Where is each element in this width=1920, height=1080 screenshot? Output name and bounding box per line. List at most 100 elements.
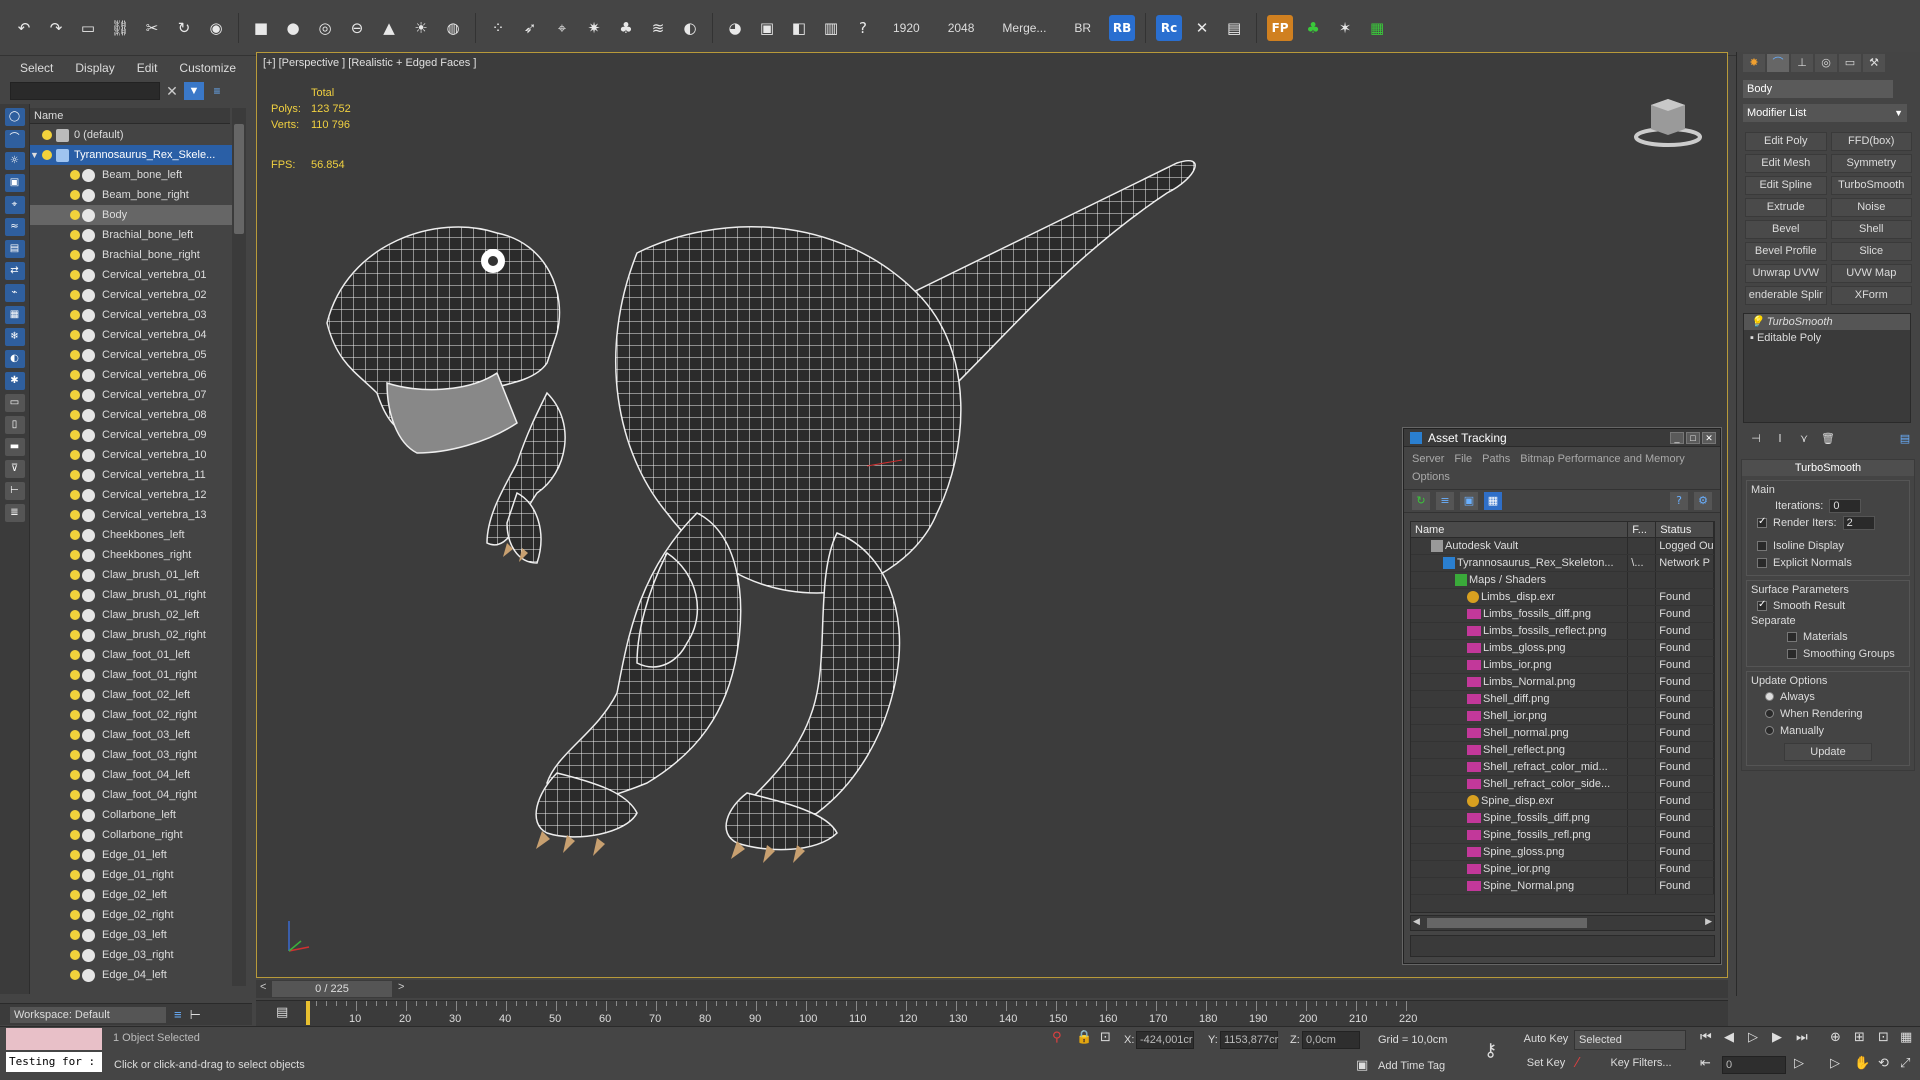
modifier-button[interactable]: Extrude (1745, 198, 1827, 217)
help-icon[interactable]: ? (850, 15, 876, 41)
merge-button[interactable]: Merge... (1002, 21, 1046, 35)
modifier-button[interactable]: XForm (1830, 286, 1912, 305)
settings-icon[interactable]: ⚙ (1694, 492, 1712, 510)
asset-row[interactable]: Shell_refract_color_mid... Found (1411, 759, 1714, 776)
redo-icon[interactable]: ↷ (43, 15, 69, 41)
zoom-icon[interactable]: ⊕ (1830, 1030, 1841, 1045)
rollout-header[interactable]: TurboSmooth (1742, 460, 1914, 476)
play-icon[interactable]: ▷ (1748, 1030, 1758, 1045)
bulb-icon[interactable] (70, 230, 80, 240)
asset-row[interactable]: Spine_Normal.png Found (1411, 878, 1714, 895)
filter-icon[interactable]: ▼ (184, 82, 204, 100)
object-row[interactable]: Cervical_vertebra_13 (30, 505, 232, 525)
object-row[interactable]: Edge_02_right (30, 905, 232, 925)
all-filter-icon[interactable]: ✱ (4, 372, 25, 390)
object-name-field[interactable]: Body (1743, 80, 1893, 98)
modifier-button[interactable]: Edit Poly (1745, 132, 1827, 151)
collapse-arrow-icon[interactable]: ▼ (30, 150, 39, 160)
compound-icon[interactable]: ♣ (613, 15, 639, 41)
object-row[interactable]: Collarbone_right (30, 825, 232, 845)
modifier-button[interactable]: Slice (1830, 242, 1912, 261)
bulb-icon[interactable] (70, 310, 80, 320)
object-row[interactable]: Beam_bone_right (30, 185, 232, 205)
render-frame-icon[interactable]: ▣ (754, 15, 780, 41)
object-row[interactable]: Cervical_vertebra_06 (30, 365, 232, 385)
isoline-checkbox[interactable] (1757, 540, 1767, 551)
smoothing-groups-checkbox[interactable] (1787, 648, 1797, 659)
modifier-button[interactable]: Bevel (1745, 220, 1827, 239)
forest-icon[interactable]: ♣ (1300, 15, 1326, 41)
sphere-primitive-icon[interactable]: ● (280, 15, 306, 41)
track-bar[interactable]: ▤ 10 20 30 40 50 60 70 80 90 100 110 120 130 140 150 16… (256, 1000, 1728, 1026)
geosphere-icon[interactable]: ◎ (312, 15, 338, 41)
asset-row[interactable]: Tyrannosaurus_Rex_Skeleton... \... Network… (1411, 555, 1714, 572)
prev-frame-arrow-icon[interactable]: < (260, 981, 266, 993)
object-row[interactable]: Cervical_vertebra_10 (30, 445, 232, 465)
column-status[interactable]: Status (1656, 522, 1714, 537)
current-frame-marker[interactable] (306, 1001, 310, 1025)
bulb-icon[interactable] (70, 830, 80, 840)
y-coordinate-field[interactable]: 1153,877cr (1220, 1031, 1278, 1049)
bulb-icon[interactable] (70, 570, 80, 580)
object-row[interactable]: Edge_03_left (30, 925, 232, 945)
always-radio[interactable] (1765, 692, 1774, 701)
asset-row[interactable]: Shell_normal.png Found (1411, 725, 1714, 742)
bulb-icon[interactable] (70, 750, 80, 760)
maximize-icon[interactable]: □ (1686, 431, 1700, 444)
grid-table-icon[interactable]: ▤ (1221, 15, 1247, 41)
explorer-mode-icon[interactable]: ≡ (174, 1007, 182, 1022)
explorer-column-header[interactable]: Name (30, 108, 230, 124)
object-row[interactable]: Cheekbones_left (30, 525, 232, 545)
geometry-filter-icon[interactable]: ◯ (4, 108, 25, 126)
object-row[interactable]: Edge_03_right (30, 945, 232, 965)
asset-row[interactable]: Shell_reflect.png Found (1411, 742, 1714, 759)
shape-filter-icon[interactable]: ⌒ (4, 130, 25, 148)
menu-paths[interactable]: Paths (1482, 453, 1510, 465)
hidden-filter-icon[interactable]: ◐ (4, 350, 25, 368)
time-tag-icon[interactable]: ▣ (1356, 1058, 1368, 1073)
isolate-icon[interactable]: ⚲ (1052, 1030, 1062, 1045)
explicit-normals-checkbox[interactable] (1757, 557, 1767, 568)
x-coordinate-field[interactable]: -424,001cr (1136, 1031, 1194, 1049)
bulb-icon[interactable] (70, 410, 80, 420)
object-row[interactable]: Claw_foot_03_right (30, 745, 232, 765)
modifier-button[interactable]: Symmetry (1830, 154, 1912, 173)
explorer-search-input[interactable] (10, 82, 160, 100)
hierarchy-mode-icon[interactable]: ⊢ (190, 1007, 201, 1023)
modifier-button[interactable]: Shell (1830, 220, 1912, 239)
menu-edit[interactable]: Edit (137, 61, 158, 75)
bulb-icon[interactable] (70, 810, 80, 820)
layers-icon[interactable]: ≣ (4, 504, 25, 522)
set-key-button[interactable]: Set Key (1520, 1054, 1572, 1074)
bulb-icon[interactable] (70, 770, 80, 780)
undo-icon[interactable]: ↶ (11, 15, 37, 41)
remove-modifier-icon[interactable]: 🗑 (1819, 432, 1837, 448)
help-icon[interactable]: ? (1670, 492, 1688, 510)
modifier-button[interactable]: Edit Mesh (1745, 154, 1827, 173)
bulb-icon[interactable] (70, 550, 80, 560)
zoom-extents-icon[interactable]: ⊡ (1878, 1030, 1889, 1045)
viewport-label[interactable]: [+] [Perspective ] [Realistic + Edged Fa… (263, 57, 476, 69)
menu-select[interactable]: Select (20, 61, 53, 75)
zoom-extents-all-icon[interactable]: ▦ (1900, 1030, 1912, 1045)
layer-row-trex[interactable]: ▼ Tyrannosaurus_Rex_Skele... (30, 145, 232, 165)
object-row[interactable]: Cervical_vertebra_01 (30, 265, 232, 285)
set-key-filter-icon[interactable]: ⁄ (1576, 1056, 1578, 1071)
bulb-icon[interactable] (70, 210, 80, 220)
show-end-result-icon[interactable]: Ⅰ (1771, 432, 1789, 448)
bulb-icon[interactable] (70, 690, 80, 700)
render-iters-spinner[interactable]: 2 (1842, 515, 1875, 530)
viewcube-icon[interactable] (1633, 89, 1703, 149)
clear-search-icon[interactable]: ✕ (164, 82, 180, 100)
scrollbar-thumb[interactable] (234, 124, 244, 234)
object-row[interactable]: Cervical_vertebra_07 (30, 385, 232, 405)
asset-row[interactable]: Limbs_ior.png Found (1411, 657, 1714, 674)
go-to-start-icon[interactable]: ⏮ (1700, 1030, 1712, 1045)
unlink-icon[interactable]: ✂ (139, 15, 165, 41)
key-mode-icon[interactable]: ⇤ (1700, 1056, 1711, 1071)
previous-frame-icon[interactable]: ◀ (1724, 1030, 1734, 1045)
asset-row[interactable]: Spine_disp.exr Found (1411, 793, 1714, 810)
z-coordinate-field[interactable]: 0,0cm (1302, 1031, 1360, 1049)
group-filter-icon[interactable]: ▤ (4, 240, 25, 258)
object-row[interactable]: Cervical_vertebra_03 (30, 305, 232, 325)
